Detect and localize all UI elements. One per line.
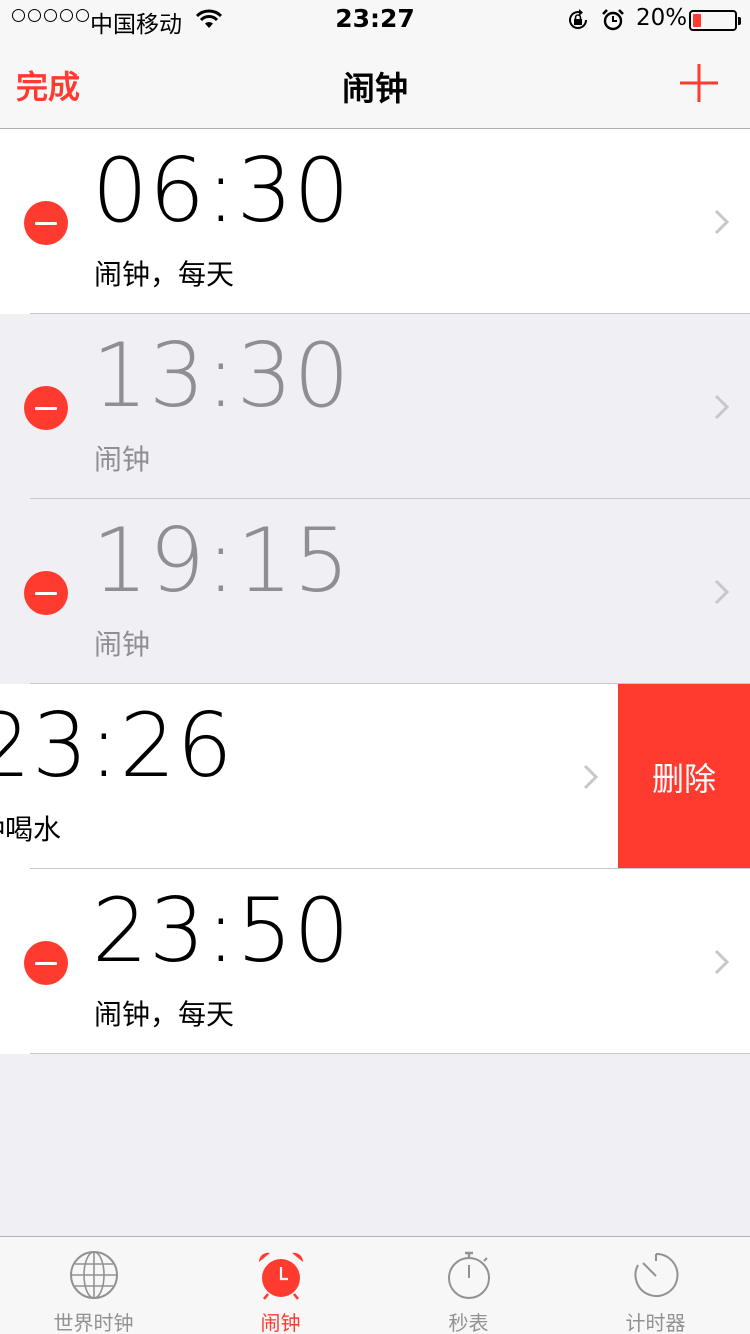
alarm-row[interactable]: 19:15 闹钟 [0,499,750,684]
alarm-row[interactable]: 23:50 闹钟，每天 [0,869,750,1054]
timer-icon [633,1252,678,1297]
chevron-right-icon[interactable] [712,392,732,422]
alarm-status-icon [602,9,624,31]
alarm-clock-icon [258,1252,303,1300]
alarm-row-content[interactable]: 23:26 钟喝水 [0,684,633,869]
delete-minus-icon[interactable] [24,386,68,430]
clock-app-screen: 中国移动 23:27 20% 完成 闹钟 06:30 闹钟，每天 13:30 闹… [0,0,750,1334]
tab-stopwatch[interactable]: 秒表 [375,1237,562,1334]
alarm-label: 闹钟，每天 [94,998,235,1031]
plus-icon[interactable] [676,60,722,106]
battery-icon [689,10,741,31]
alarm-row-swiped[interactable]: 23:26 钟喝水 删除 [0,684,750,869]
alarm-time: 13:30 [92,324,351,427]
delete-minus-icon[interactable] [24,201,68,245]
chevron-right-icon[interactable] [712,947,732,977]
tab-timer[interactable]: 计时器 [562,1237,749,1334]
alarm-label: 闹钟 [94,443,151,476]
tab-alarm[interactable]: 闹钟 [187,1237,374,1334]
chevron-right-icon[interactable] [581,762,601,792]
alarm-label: 钟喝水 [0,813,62,846]
row-divider [30,1053,750,1054]
delete-minus-icon[interactable] [24,941,68,985]
stopwatch-icon [447,1251,490,1299]
chevron-right-icon[interactable] [712,207,732,237]
tab-label: 计时器 [625,1311,686,1334]
alarm-time: 23:26 [0,694,234,797]
alarm-label: 闹钟 [94,628,151,661]
chevron-right-icon[interactable] [712,577,732,607]
alarm-row[interactable]: 13:30 闹钟 [0,314,750,499]
done-button[interactable]: 完成 [16,62,80,108]
delete-minus-icon[interactable] [24,571,68,615]
delete-button[interactable]: 删除 [618,684,750,869]
globe-icon [69,1251,118,1299]
rotation-lock-icon [569,9,588,29]
tab-label: 世界时钟 [53,1311,134,1334]
alarm-time: 06:30 [92,139,351,242]
navigation-bar: 完成 闹钟 [0,40,750,129]
status-bar: 中国移动 23:27 20% [0,0,750,40]
tab-label: 闹钟 [260,1311,301,1334]
alarm-label: 闹钟，每天 [94,258,235,291]
tab-label: 秒表 [448,1311,489,1334]
page-title: 闹钟 [342,69,408,108]
tab-bar: 世界时钟 闹钟 秒表 计时器 [0,1236,750,1334]
battery-percent: 20% [636,5,688,31]
tab-world-clock[interactable]: 世界时钟 [0,1237,187,1334]
alarm-time: 23:50 [92,879,351,982]
alarm-time: 19:15 [92,509,351,612]
alarm-list: 06:30 闹钟，每天 13:30 闹钟 19:15 闹钟 23:26 喝水 删… [0,129,750,1054]
alarm-row[interactable]: 06:30 闹钟，每天 [0,129,750,314]
